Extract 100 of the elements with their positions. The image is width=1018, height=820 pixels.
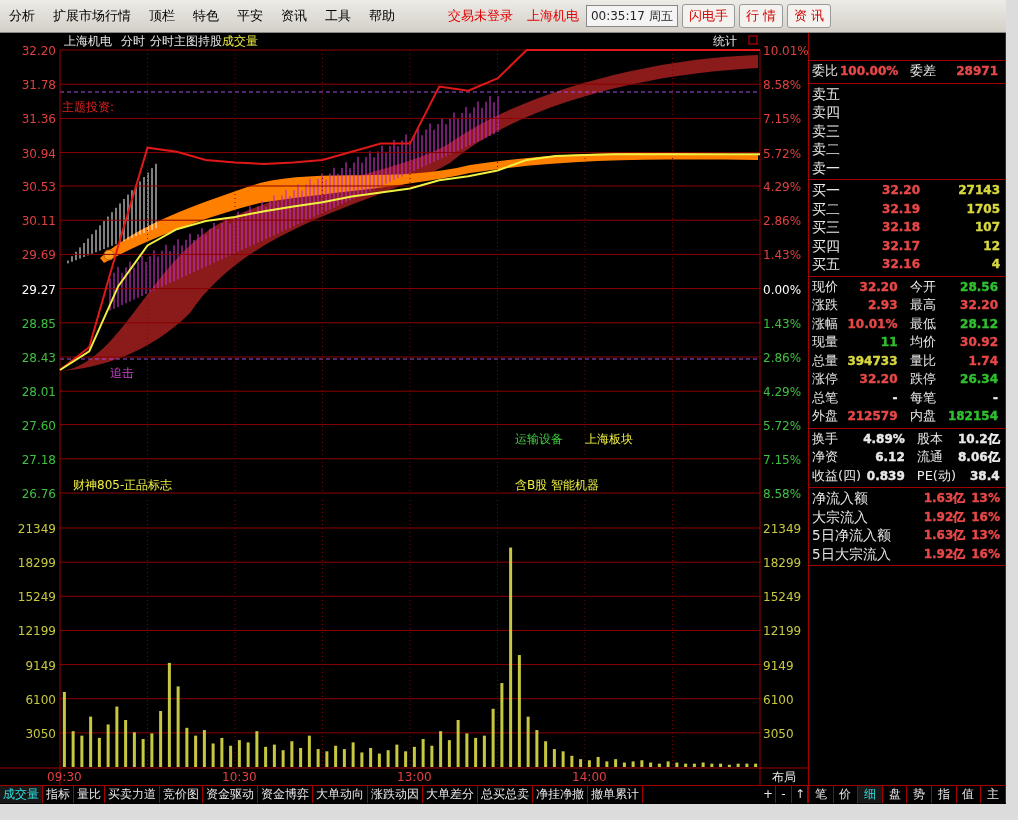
toolbar-button[interactable]: 闪电手 (681, 4, 735, 28)
percent-axis-label: 7.15% (763, 452, 802, 467)
quote-label: 总量 (812, 351, 838, 370)
status-text: 上海机电 (525, 7, 580, 26)
volume-bar (684, 763, 688, 767)
volume-bar (535, 730, 539, 767)
volume-axis-label: 21349 (763, 522, 802, 536)
indicator-name: 成交量 (222, 34, 258, 48)
price-axis-label: 29.27 (21, 282, 56, 297)
menu-item[interactable]: 资讯 (272, 6, 316, 26)
volume-bar (745, 763, 749, 767)
chart-annotation: 财神805-正品标志 (73, 478, 173, 492)
volume-bar (701, 762, 705, 767)
menu-item[interactable]: 特色 (184, 6, 228, 26)
quote-label: 现价 (812, 277, 838, 296)
ask-label: 卖四 (812, 103, 841, 122)
quote-value: 32.20 (859, 371, 898, 388)
quote-value: 28971 (956, 63, 998, 80)
volume-bar (325, 751, 329, 767)
indicator-tab[interactable]: 总买总卖 (478, 786, 533, 803)
percent-axis-label: 1.43% (763, 316, 802, 331)
indicator-tab[interactable]: 量比 (74, 786, 105, 803)
flow-amount: 1.92亿 (923, 508, 966, 526)
flow-label: 5日大宗流入 (812, 544, 892, 563)
ask-label: 卖三 (812, 121, 841, 140)
quote-value: 100.00% (840, 63, 899, 80)
quote-label: 总笔 (812, 388, 838, 407)
time-axis-label: 10:30 (222, 770, 257, 784)
time-axis-label: 13:00 (397, 770, 432, 784)
time-axis-label: 14:00 (572, 770, 607, 784)
bid-price: 32.18 (882, 219, 920, 236)
volume-bar (570, 755, 574, 767)
menu-item[interactable]: 扩展市场行情 (44, 6, 140, 26)
quote-value: - (892, 389, 898, 407)
quote-label: 外盘 (812, 407, 838, 425)
volume-bar (185, 727, 189, 767)
indicator-tab[interactable]: 涨跌动因 (368, 786, 423, 803)
price-axis-label: 28.43 (21, 351, 56, 365)
percent-axis-label: 4.29% (763, 385, 802, 400)
indicator-tab[interactable]: 大单动向 (313, 786, 368, 803)
bid-label: 买四 (812, 236, 840, 255)
volume-bar (544, 741, 548, 767)
indicator-tab[interactable]: 资金驱动 (203, 786, 258, 803)
flow-label: 大宗流入 (812, 507, 869, 526)
quote-value: 11 (880, 334, 898, 351)
volume-bar (491, 708, 495, 767)
quote-value: 0.839 (866, 467, 905, 485)
volume-axis-label: 15249 (763, 590, 802, 605)
volume-bar (561, 751, 565, 767)
indicator-tab[interactable]: 大单差分 (423, 786, 478, 803)
percent-axis-label: 5.72% (763, 146, 802, 161)
volume-bar (736, 763, 740, 767)
panel-tab[interactable]: 细 (858, 786, 883, 803)
quote-value: 182154 (947, 408, 998, 425)
quote-value: 30.92 (960, 334, 998, 351)
bid-price: 32.20 (882, 182, 920, 199)
indicator-tab[interactable]: 指标 (43, 786, 74, 803)
quote-value: 394733 (847, 352, 898, 370)
ask-label: 卖五 (812, 84, 841, 103)
volume-bar (351, 742, 355, 767)
percent-axis-label: 0.00% (763, 282, 802, 297)
indicator-tab[interactable]: 成交量 (0, 786, 43, 803)
bid-price: 32.19 (882, 200, 920, 218)
quote-label: 流通 (916, 448, 944, 466)
volume-axis-label: 12199 (17, 624, 56, 639)
flow-percent: 16% (971, 508, 1000, 526)
volume-bar (255, 731, 259, 767)
volume-bar (412, 746, 416, 767)
quote-label: 委差 (910, 62, 937, 80)
volume-bar (377, 753, 381, 767)
toolbar-button[interactable]: 资 讯 (786, 4, 831, 28)
volume-bar (115, 706, 119, 767)
menu-item[interactable]: 顶栏 (140, 6, 184, 26)
quote-label: 现量 (812, 333, 838, 351)
volume-bar (657, 763, 661, 767)
price-axis-label: 28.85 (21, 316, 56, 331)
layout-button[interactable]: 布局 (772, 770, 796, 784)
volume-bar (474, 737, 478, 767)
menu-item[interactable]: 平安 (228, 6, 272, 26)
bid-volume: 1705 (966, 200, 1000, 218)
volume-bar (596, 756, 600, 767)
bid-volume: 107 (974, 219, 1000, 236)
toolbar-button[interactable]: 行 情 (738, 4, 783, 28)
volume-bar (666, 761, 670, 767)
quote-label: 最低 (909, 314, 936, 333)
menu-item[interactable]: 分析 (0, 6, 44, 26)
menu-item[interactable]: 帮助 (360, 6, 404, 26)
indicator-tab[interactable]: 竞价图 (160, 786, 203, 803)
volume-bar (159, 711, 163, 767)
indicator-tab[interactable]: 资金博弈 (258, 786, 313, 803)
chart-annotation: 上海板块 (585, 432, 633, 446)
indicator-tab[interactable]: 撤单累计 (588, 786, 643, 803)
quote-label: 均价 (909, 333, 936, 351)
indicator-tab[interactable]: 买卖力道 (105, 786, 160, 803)
quote-label: 内盘 (909, 407, 936, 425)
quote-value: 38.4 (970, 467, 1000, 485)
price-axis-label: 26.76 (21, 487, 56, 500)
quote-value: 6.12 (875, 449, 905, 466)
menu-item[interactable]: 工具 (316, 6, 360, 26)
indicator-tab[interactable]: 净挂净撤 (533, 786, 588, 803)
